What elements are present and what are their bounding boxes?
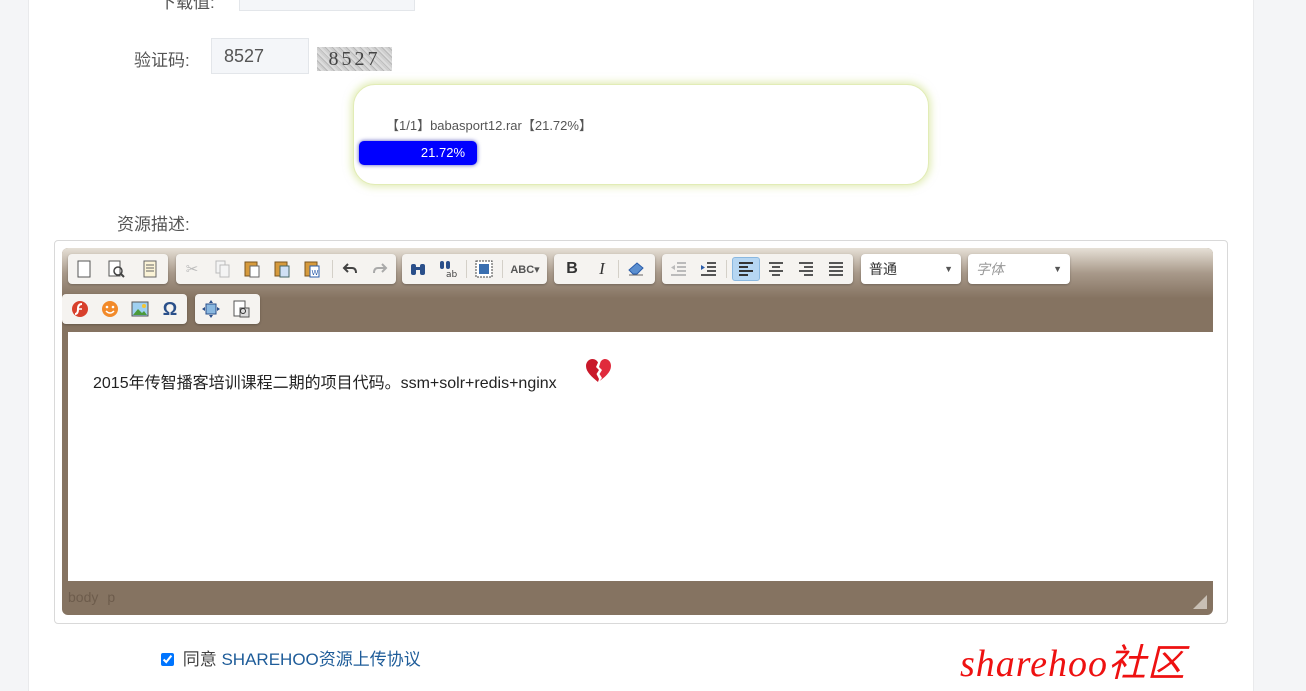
- toolbar-group-document: [68, 254, 168, 284]
- font-select-value: 字体: [976, 261, 1004, 277]
- editor-content-text: 2015年传智播客培训课程二期的项目代码。ssm+solr+redis+ngin…: [93, 375, 557, 392]
- toolbar-group-paragraph: [662, 254, 853, 284]
- resize-handle[interactable]: [1193, 595, 1207, 609]
- templates-icon[interactable]: [138, 257, 162, 281]
- special-char-icon[interactable]: Ω: [158, 297, 182, 321]
- editor-content-area[interactable]: 2015年传智播客培训课程二期的项目代码。ssm+solr+redis+ngin…: [68, 332, 1213, 581]
- toolbar-group-tools: [195, 294, 260, 324]
- maximize-icon[interactable]: [199, 297, 223, 321]
- new-page-icon[interactable]: [72, 257, 96, 281]
- smiley-icon[interactable]: [98, 297, 122, 321]
- description-label: 资源描述:: [117, 215, 190, 234]
- path-item[interactable]: body: [68, 589, 98, 605]
- paste-word-icon[interactable]: W: [300, 257, 324, 281]
- undo-icon[interactable]: [338, 257, 362, 281]
- outdent-icon[interactable]: [666, 257, 690, 281]
- preview-icon[interactable]: [104, 257, 128, 281]
- spellcheck-icon[interactable]: ABC▾: [508, 257, 542, 281]
- replace-icon[interactable]: ab: [436, 257, 460, 281]
- find-icon[interactable]: [406, 257, 430, 281]
- toolbar-group-clipboard: ✂ W: [176, 254, 396, 284]
- captcha-image[interactable]: 8527: [317, 47, 392, 71]
- toolbar-group-insert: Ω: [62, 294, 187, 324]
- toolbar-group-editing: ab ABC▾: [402, 254, 547, 284]
- align-left-icon[interactable]: [732, 257, 760, 281]
- chevron-down-icon: ▼: [1053, 264, 1062, 274]
- format-select-value: 普通: [869, 261, 897, 277]
- form-panel: 下载值: 验证码: 8527 8527 【1/1】babasport12.rar…: [28, 0, 1254, 691]
- agreement-row: 同意 SHAREHOO资源上传协议: [161, 645, 421, 670]
- captcha-input[interactable]: 8527: [211, 38, 309, 74]
- chevron-down-icon: ▼: [944, 264, 953, 274]
- copy-icon[interactable]: [210, 257, 234, 281]
- remove-format-icon[interactable]: [624, 257, 648, 281]
- captcha-label: 验证码:: [134, 51, 190, 70]
- bold-icon[interactable]: B: [560, 257, 584, 281]
- editor-skin: ✂ W ab ABC▾ B I 普通 ▼ 字体 ▼ Ω 2015年传智播客培训课…: [62, 248, 1213, 615]
- upload-progress-bar: 21.72%: [359, 141, 477, 165]
- agree-prefix: 同意: [182, 650, 217, 669]
- svg-text:W: W: [312, 269, 319, 277]
- cut-icon[interactable]: ✂: [180, 257, 204, 281]
- paste-icon[interactable]: [240, 257, 264, 281]
- flash-icon[interactable]: [68, 297, 92, 321]
- redo-icon[interactable]: [368, 257, 392, 281]
- watermark: sharehoo社区: [960, 643, 1187, 685]
- align-center-icon[interactable]: [764, 257, 788, 281]
- image-icon[interactable]: [128, 297, 152, 321]
- toolbar-group-basicstyles: B I: [554, 254, 655, 284]
- download-value-label: 下载值:: [159, 0, 215, 12]
- broken-heart-icon: [586, 359, 611, 382]
- align-right-icon[interactable]: [794, 257, 818, 281]
- agreement-link[interactable]: SHAREHOO资源上传协议: [221, 650, 420, 669]
- upload-progress-popup: 【1/1】babasport12.rar【21.72%】 21.72%: [353, 84, 929, 185]
- upload-file-text: 【1/1】babasport12.rar【21.72%】: [386, 118, 592, 133]
- justify-icon[interactable]: [824, 257, 848, 281]
- font-select[interactable]: 字体 ▼: [968, 254, 1070, 284]
- path-item[interactable]: p: [107, 589, 115, 605]
- paste-text-icon[interactable]: [270, 257, 294, 281]
- indent-icon[interactable]: [696, 257, 720, 281]
- download-value-input[interactable]: [239, 0, 415, 11]
- rich-text-editor: ✂ W ab ABC▾ B I 普通 ▼ 字体 ▼ Ω 2015年传智播客培训课…: [54, 240, 1228, 624]
- italic-icon[interactable]: I: [590, 257, 614, 281]
- agree-checkbox[interactable]: [161, 653, 174, 666]
- show-blocks-icon[interactable]: [229, 297, 253, 321]
- select-all-icon[interactable]: [472, 257, 496, 281]
- format-select[interactable]: 普通 ▼: [861, 254, 961, 284]
- svg-text:ab: ab: [446, 270, 457, 278]
- editor-toolbar: ✂ W ab ABC▾ B I 普通 ▼ 字体 ▼ Ω: [62, 248, 1213, 332]
- element-path-bar: body p: [68, 589, 124, 605]
